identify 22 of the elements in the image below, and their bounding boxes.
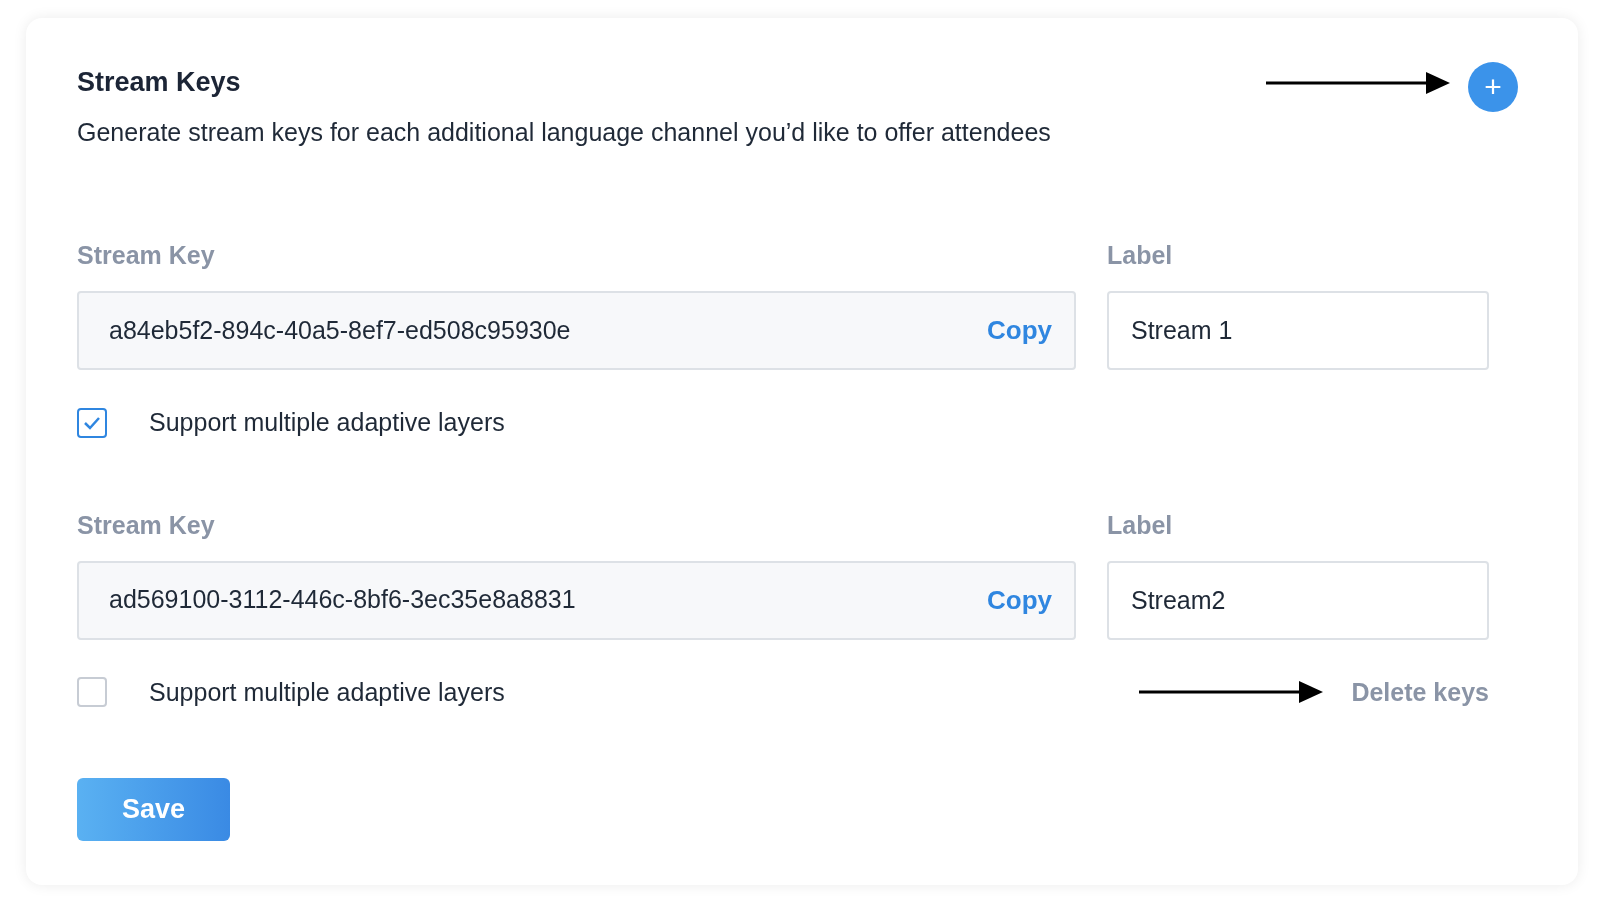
- field-label: Stream Key: [77, 509, 216, 541]
- field-label: Label: [1107, 240, 1174, 271]
- stream-key-field[interactable]: ad569100-3112-446c-8bf6-3ec35e8a8831 Copy: [77, 560, 1076, 640]
- stream-key-value: a84eb5f2-894c-40a5-8ef7-ed508c95930e: [109, 314, 571, 346]
- section-description: Generate stream keys for each additional language channel you’d like to offer attendees: [77, 117, 1051, 148]
- checkbox-label: Support multiple adaptive layers: [149, 676, 505, 708]
- stream-key-field[interactable]: a84eb5f2-894c-40a5-8ef7-ed508c95930e Copy: [77, 291, 1076, 370]
- label-input-field[interactable]: Stream 1: [1107, 291, 1489, 370]
- field-label: Label: [1107, 509, 1174, 541]
- copy-button[interactable]: Copy: [987, 311, 1052, 350]
- delete-keys-link[interactable]: Delete keys: [1351, 673, 1489, 711]
- field-label: Stream Key: [77, 240, 216, 271]
- checkmark-icon: [83, 415, 101, 430]
- label-input-field[interactable]: Stream2: [1107, 560, 1489, 640]
- checkbox-label: Support multiple adaptive layers: [149, 407, 505, 438]
- add-button[interactable]: +: [1468, 62, 1518, 112]
- stream-key-value: ad569100-3112-446c-8bf6-3ec35e8a8831: [109, 584, 576, 616]
- section-title: Stream Keys: [77, 66, 242, 99]
- checkbox[interactable]: [77, 677, 107, 708]
- copy-button[interactable]: Copy: [987, 580, 1052, 620]
- checkbox[interactable]: [77, 407, 107, 438]
- save-button[interactable]: Save: [77, 778, 230, 841]
